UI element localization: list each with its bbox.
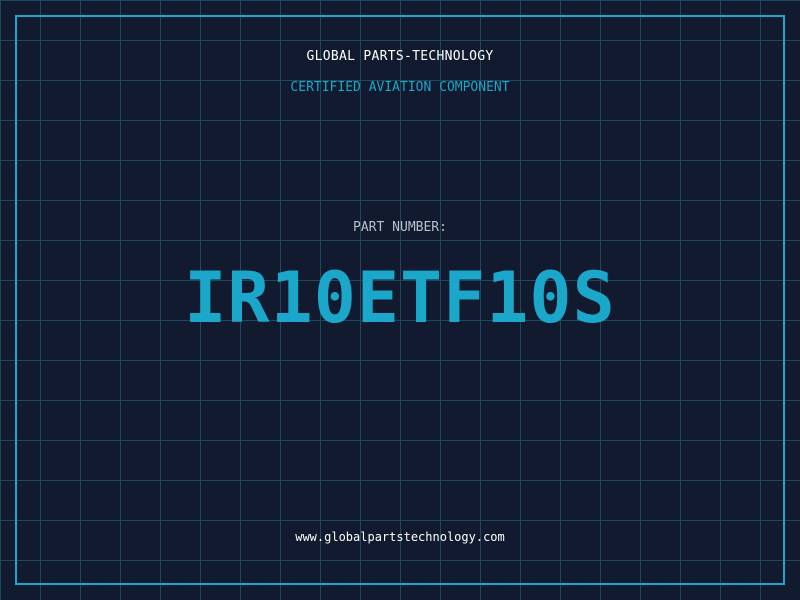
website-url: www.globalpartstechnology.com: [295, 530, 505, 544]
certification-subtitle: CERTIFIED AVIATION COMPONENT: [290, 80, 510, 95]
part-number-value: IR10ETF10S: [184, 257, 616, 339]
part-number-label: PART NUMBER:: [353, 220, 447, 235]
certificate-card: GLOBAL PARTS-TECHNOLOGY CERTIFIED AVIATI…: [0, 0, 800, 600]
company-name: GLOBAL PARTS-TECHNOLOGY: [306, 49, 494, 64]
